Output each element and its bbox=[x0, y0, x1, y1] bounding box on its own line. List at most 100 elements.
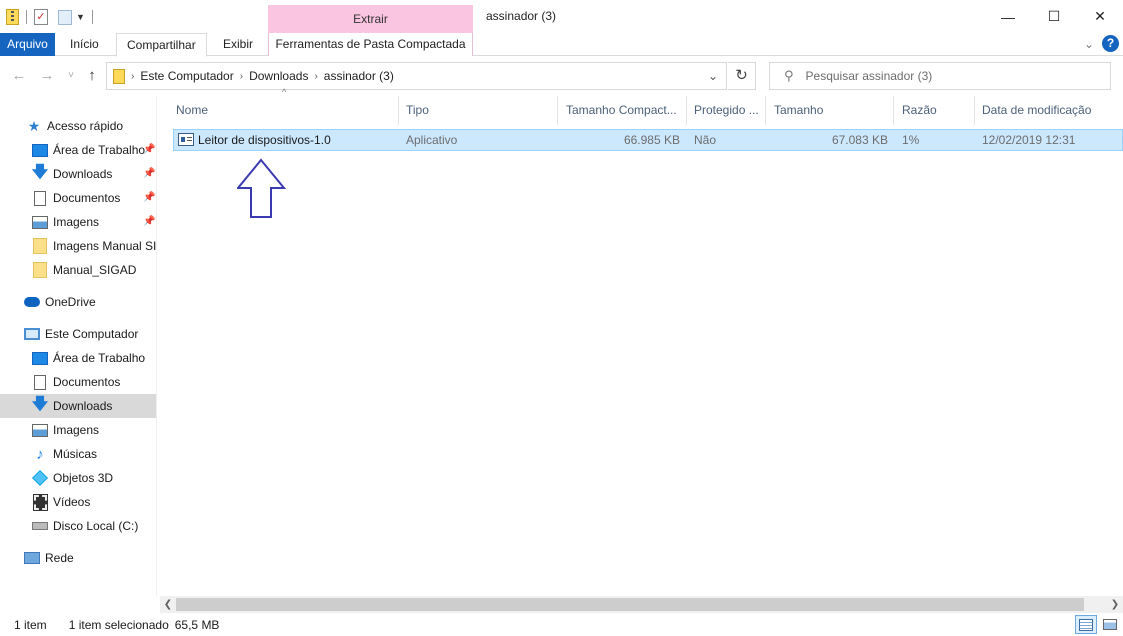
sidebar-item-pc-musicas[interactable]: ♪ Músicas bbox=[0, 442, 156, 466]
tab-inicio[interactable]: Início bbox=[60, 33, 109, 56]
annotation-up-arrow bbox=[237, 158, 287, 218]
status-selected-size: 65,5 MB bbox=[174, 617, 220, 632]
chevron-right-icon[interactable]: › bbox=[314, 71, 317, 82]
pin-icon[interactable]: 📌 bbox=[143, 192, 155, 203]
sidebar-item-acesso-rapido[interactable]: ★ Acesso rápido bbox=[0, 114, 156, 138]
pin-icon[interactable]: 📌 bbox=[143, 168, 155, 179]
desktop-icon bbox=[32, 143, 48, 157]
horizontal-scrollbar[interactable]: ❮ ❯ bbox=[160, 596, 1123, 613]
sidebar-item-label: Objetos 3D bbox=[53, 471, 114, 485]
pictures-icon bbox=[32, 215, 48, 229]
sort-ascending-icon: ^ bbox=[282, 87, 287, 97]
refresh-button[interactable]: ↻ bbox=[728, 62, 756, 90]
scroll-right-icon[interactable]: ❯ bbox=[1107, 596, 1123, 613]
sidebar-item-este-computador[interactable]: Este Computador bbox=[0, 322, 156, 346]
column-header-tipo[interactable]: Tipo bbox=[397, 96, 558, 125]
sidebar-item-pc-downloads[interactable]: 🡇 Downloads bbox=[0, 394, 156, 418]
chevron-down-icon[interactable]: ⌄ bbox=[1084, 37, 1094, 51]
sidebar-item-documentos[interactable]: Documentos 📌 bbox=[0, 186, 156, 210]
sidebar-item-manual-sigad[interactable]: Manual_SIGAD bbox=[0, 258, 156, 282]
sidebar-item-pc-objetos-3d[interactable]: Objetos 3D bbox=[0, 466, 156, 490]
window-title: assinador (3) bbox=[486, 9, 557, 23]
sidebar-item-imagens[interactable]: Imagens 📌 bbox=[0, 210, 156, 234]
disk-icon bbox=[32, 522, 48, 530]
sidebar-item-area-de-trabalho[interactable]: Área de Trabalho 📌 bbox=[0, 138, 156, 162]
navigation-pane: ★ Acesso rápido Área de Trabalho 📌 🡇 Dow… bbox=[0, 96, 157, 596]
maximize-button[interactable]: ☐ bbox=[1031, 0, 1077, 33]
tab-compartilhar[interactable]: Compartilhar bbox=[116, 33, 207, 57]
sidebar-item-downloads[interactable]: 🡇 Downloads 📌 bbox=[0, 162, 156, 186]
file-size: 67.083 KB bbox=[831, 133, 888, 147]
recent-locations-button[interactable]: ˅ bbox=[62, 67, 80, 85]
folder-icon bbox=[33, 262, 47, 278]
breadcrumb-este-computador[interactable]: Este Computador bbox=[140, 69, 233, 83]
chevron-right-icon[interactable]: › bbox=[240, 71, 243, 82]
document-icon bbox=[34, 374, 46, 390]
desktop-icon bbox=[32, 351, 48, 365]
column-header-protegido[interactable]: Protegido ... bbox=[685, 96, 766, 125]
properties-icon[interactable]: ✓ bbox=[34, 9, 48, 25]
column-header-nome[interactable]: Nome bbox=[167, 96, 399, 125]
file-compressed-size: 66.985 KB bbox=[623, 133, 680, 147]
scrollbar-thumb[interactable] bbox=[176, 598, 1084, 611]
3d-objects-icon bbox=[32, 470, 48, 486]
ribbon-controls: ⌄ ? bbox=[1084, 35, 1119, 52]
scroll-left-icon[interactable]: ❮ bbox=[160, 596, 176, 613]
tab-exibir[interactable]: Exibir bbox=[213, 33, 263, 56]
sidebar-item-imagens-manual-sigad[interactable]: Imagens Manual SIGAD bbox=[0, 234, 156, 258]
sidebar-item-pc-documentos[interactable]: Documentos bbox=[0, 370, 156, 394]
pin-icon[interactable]: 📌 bbox=[143, 144, 155, 155]
help-icon[interactable]: ? bbox=[1102, 35, 1119, 52]
breadcrumb-downloads[interactable]: Downloads bbox=[249, 69, 308, 83]
application-icon bbox=[178, 133, 194, 146]
close-button[interactable]: ✕ bbox=[1077, 0, 1123, 33]
file-modified-date: 12/02/2019 12:31 bbox=[982, 133, 1076, 147]
pin-icon[interactable]: 📌 bbox=[143, 216, 155, 227]
details-view-button[interactable] bbox=[1075, 615, 1097, 634]
close-icon: ✕ bbox=[1094, 8, 1106, 24]
download-icon: 🡇 bbox=[31, 163, 49, 181]
star-icon: ★ bbox=[27, 117, 41, 134]
back-button[interactable]: ← bbox=[10, 67, 28, 85]
file-ratio: 1% bbox=[902, 133, 920, 147]
tab-arquivo[interactable]: Arquivo bbox=[0, 33, 55, 56]
new-folder-icon[interactable] bbox=[58, 9, 72, 25]
forward-button[interactable]: → bbox=[38, 67, 56, 85]
large-icons-view-button[interactable] bbox=[1099, 615, 1121, 634]
sidebar-item-label: Rede bbox=[45, 551, 74, 565]
minimize-icon: — bbox=[1001, 8, 1015, 25]
search-icon: ⚲ bbox=[784, 68, 794, 83]
sidebar-item-label: Imagens bbox=[53, 215, 100, 229]
sidebar-item-label: Área de Trabalho bbox=[53, 351, 146, 365]
video-icon bbox=[32, 493, 48, 511]
file-list: Nome ^ Tipo Tamanho Compact... Protegido… bbox=[157, 87, 1123, 596]
music-icon: ♪ bbox=[36, 445, 44, 463]
document-icon bbox=[34, 190, 46, 206]
breadcrumb-assinador[interactable]: assinador (3) bbox=[324, 69, 394, 83]
sidebar-item-label: Este Computador bbox=[45, 327, 139, 341]
sidebar-item-label: Músicas bbox=[53, 447, 98, 461]
address-dropdown-icon[interactable]: ⌄ bbox=[708, 69, 718, 83]
up-button[interactable]: ↑ bbox=[83, 67, 101, 85]
column-header-tamanho-compactado[interactable]: Tamanho Compact... bbox=[557, 96, 687, 125]
address-bar[interactable]: › Este Computador › Downloads › assinado… bbox=[106, 62, 727, 90]
search-input[interactable]: ⚲ Pesquisar assinador (3) bbox=[769, 62, 1111, 90]
sidebar-item-pc-imagens[interactable]: Imagens bbox=[0, 418, 156, 442]
table-row[interactable]: Leitor de dispositivos-1.0 Aplicativo 66… bbox=[173, 129, 1123, 151]
minimize-button[interactable]: — bbox=[985, 0, 1031, 33]
sidebar-item-pc-disco-local[interactable]: Disco Local (C:) bbox=[0, 514, 156, 538]
sidebar-item-rede[interactable]: Rede bbox=[0, 546, 156, 570]
search-placeholder: Pesquisar assinador (3) bbox=[805, 69, 933, 83]
sidebar-item-label: Imagens bbox=[53, 423, 100, 437]
customize-qat-icon[interactable]: ▼ bbox=[76, 12, 85, 22]
sidebar-item-onedrive[interactable]: OneDrive bbox=[0, 290, 156, 314]
sidebar-item-pc-videos[interactable]: Vídeos bbox=[0, 490, 156, 514]
sidebar-item-label: Documentos bbox=[53, 375, 121, 389]
status-selected: 1 item selecionado bbox=[68, 617, 169, 632]
column-header-tamanho[interactable]: Tamanho bbox=[765, 96, 894, 125]
column-header-razao[interactable]: Razão bbox=[893, 96, 975, 125]
tab-ferramentas-pasta-compactada[interactable]: Ferramentas de Pasta Compactada bbox=[268, 33, 473, 56]
sidebar-item-pc-area-de-trabalho[interactable]: Área de Trabalho bbox=[0, 346, 156, 370]
download-icon: 🡇 bbox=[31, 395, 49, 413]
column-header-data-de-modificacao[interactable]: Data de modificação bbox=[973, 96, 1123, 125]
